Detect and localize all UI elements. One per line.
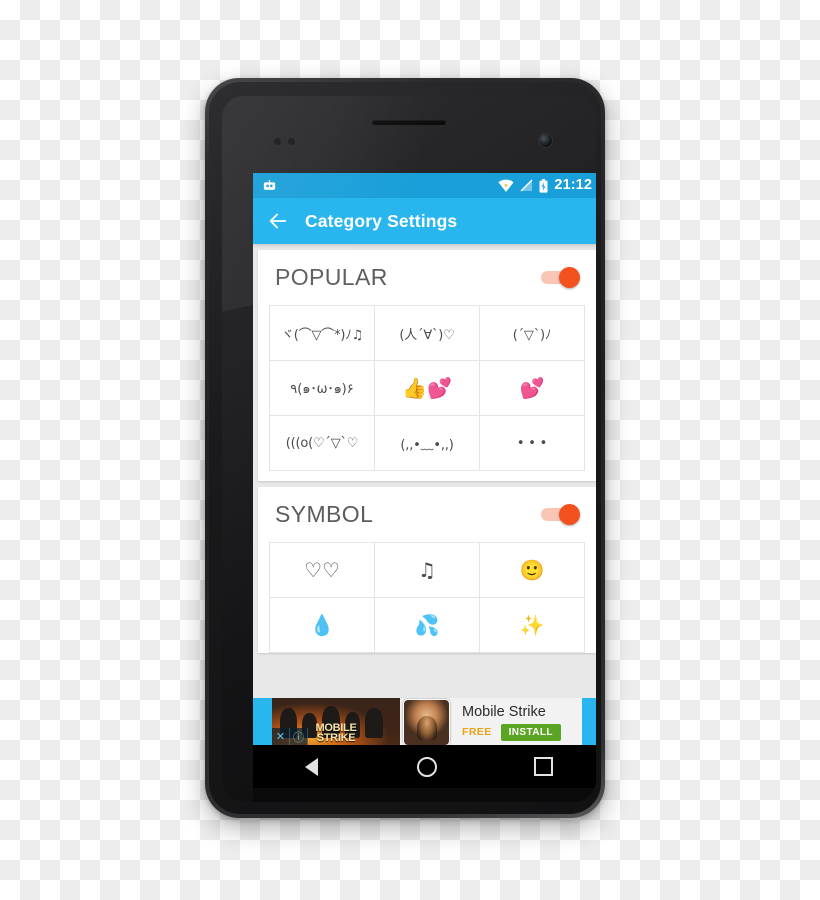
home-nav-icon — [417, 756, 437, 777]
category-card-popular: POPULAR ヾ(⌒▽⌒*)ﾉ♫ (人´∀`)♡ (´▽`)ﾉ ٩(๑･ω･๑… — [258, 250, 596, 481]
wifi-icon — [498, 179, 515, 192]
ad-action-row: FREE INSTALL — [462, 723, 582, 741]
app-bar: Category Settings — [253, 198, 596, 244]
category-toggle-popular[interactable] — [541, 266, 580, 289]
battery-charging-icon — [539, 178, 548, 193]
ad-text-block: Mobile Strike FREE INSTALL — [450, 698, 582, 745]
status-bar-system-icons: 21:12 — [498, 178, 592, 193]
emoticon-cell[interactable]: ٩(๑･ω･๑)۶ — [270, 361, 375, 416]
nav-home-button[interactable] — [405, 745, 449, 788]
phone-glass: 21:12 Category Settings POPULAR ヾ(⌒▽⌒*)ﾉ… — [222, 96, 596, 802]
ad-banner[interactable]: MOBILE STRIKE ✕ ⓘ Mobile Strike FREE INS… — [253, 698, 596, 745]
emoticon-cell[interactable]: (,,•﹏•,,) — [375, 416, 480, 471]
emoticon-cell[interactable]: 👍💕 — [375, 361, 480, 416]
emoticon-cell[interactable]: • • • — [480, 416, 585, 471]
settings-scroll-content[interactable]: POPULAR ヾ(⌒▽⌒*)ﾉ♫ (人´∀`)♡ (´▽`)ﾉ ٩(๑･ω･๑… — [253, 244, 596, 745]
emoticon-cell[interactable]: (((o(♡´▽`♡ — [270, 416, 375, 471]
category-card-symbol: SYMBOL ♡♡ ♫ 🙂 💧 💦 ✨ — [258, 487, 596, 653]
cyanogenmod-robot-icon — [263, 179, 276, 190]
nav-back-button[interactable] — [289, 745, 333, 788]
ad-badge-group: ✕ ⓘ — [272, 728, 308, 745]
ad-install-button[interactable]: INSTALL — [500, 723, 561, 741]
toggle-thumb — [559, 266, 580, 288]
nav-recents-button[interactable] — [521, 745, 565, 788]
page-title: Category Settings — [305, 210, 458, 231]
emoticon-cell[interactable]: 💕 — [480, 361, 585, 416]
signal-off-icon — [520, 179, 533, 192]
status-bar: 21:12 — [253, 173, 596, 198]
phone-inner-bezel: 21:12 Category Settings POPULAR ヾ(⌒▽⌒*)ﾉ… — [209, 82, 601, 814]
ad-content[interactable]: MOBILE STRIKE ✕ ⓘ Mobile Strike FREE INS… — [272, 698, 582, 745]
front-camera-icon — [539, 134, 552, 147]
emoticon-cell[interactable]: (人´∀`)♡ — [375, 306, 480, 361]
ad-artwork: MOBILE STRIKE ✕ ⓘ — [272, 698, 400, 745]
emoticon-cell[interactable]: ✨ — [480, 598, 585, 653]
back-nav-icon — [304, 757, 318, 776]
screen-chin — [253, 788, 596, 802]
ad-info-icon[interactable]: ⓘ — [290, 728, 308, 745]
emoticon-cell[interactable]: 🙂 — [480, 543, 585, 598]
proximity-sensor-icon — [274, 138, 281, 145]
ad-close-icon[interactable]: ✕ — [272, 728, 290, 745]
category-title-symbol: SYMBOL — [275, 501, 374, 527]
emoticon-cell[interactable]: 💦 — [375, 598, 480, 653]
category-title-popular: POPULAR — [275, 264, 388, 290]
status-bar-notifications — [262, 178, 277, 193]
light-sensor-icon — [288, 138, 295, 145]
earpiece-speaker — [372, 120, 446, 125]
emoticon-cell[interactable]: 💧 — [270, 598, 375, 653]
toggle-thumb — [559, 503, 580, 525]
emoticon-cell[interactable]: ♡♡ — [270, 543, 375, 598]
status-bar-clock: 21:12 — [554, 177, 592, 194]
emoticon-grid-popular: ヾ(⌒▽⌒*)ﾉ♫ (人´∀`)♡ (´▽`)ﾉ ٩(๑･ω･๑)۶ 👍💕 💕 … — [269, 305, 585, 471]
phone-screen: 21:12 Category Settings POPULAR ヾ(⌒▽⌒*)ﾉ… — [253, 173, 596, 745]
recents-nav-icon — [533, 757, 553, 776]
ad-app-icon — [403, 699, 450, 745]
category-toggle-symbol[interactable] — [541, 503, 580, 526]
ad-art-figure — [365, 708, 383, 738]
ad-artwork-title: MOBILE STRIKE — [315, 722, 357, 744]
ad-price-label: FREE — [462, 726, 492, 738]
ad-left-filler — [253, 698, 272, 745]
ad-app-title: Mobile Strike — [462, 703, 546, 720]
category-header-popular: POPULAR — [258, 250, 596, 305]
android-nav-bar — [253, 745, 596, 788]
ad-right-filler — [582, 698, 596, 745]
emoticon-cell[interactable]: ヾ(⌒▽⌒*)ﾉ♫ — [270, 306, 375, 361]
emoticon-cell[interactable]: ♫ — [375, 543, 480, 598]
category-header-symbol: SYMBOL — [258, 487, 596, 542]
back-arrow-icon[interactable] — [267, 210, 289, 232]
emoticon-cell[interactable]: (´▽`)ﾉ — [480, 306, 585, 361]
emoticon-grid-symbol: ♡♡ ♫ 🙂 💧 💦 ✨ — [269, 542, 585, 653]
phone-device: 21:12 Category Settings POPULAR ヾ(⌒▽⌒*)ﾉ… — [205, 78, 605, 818]
